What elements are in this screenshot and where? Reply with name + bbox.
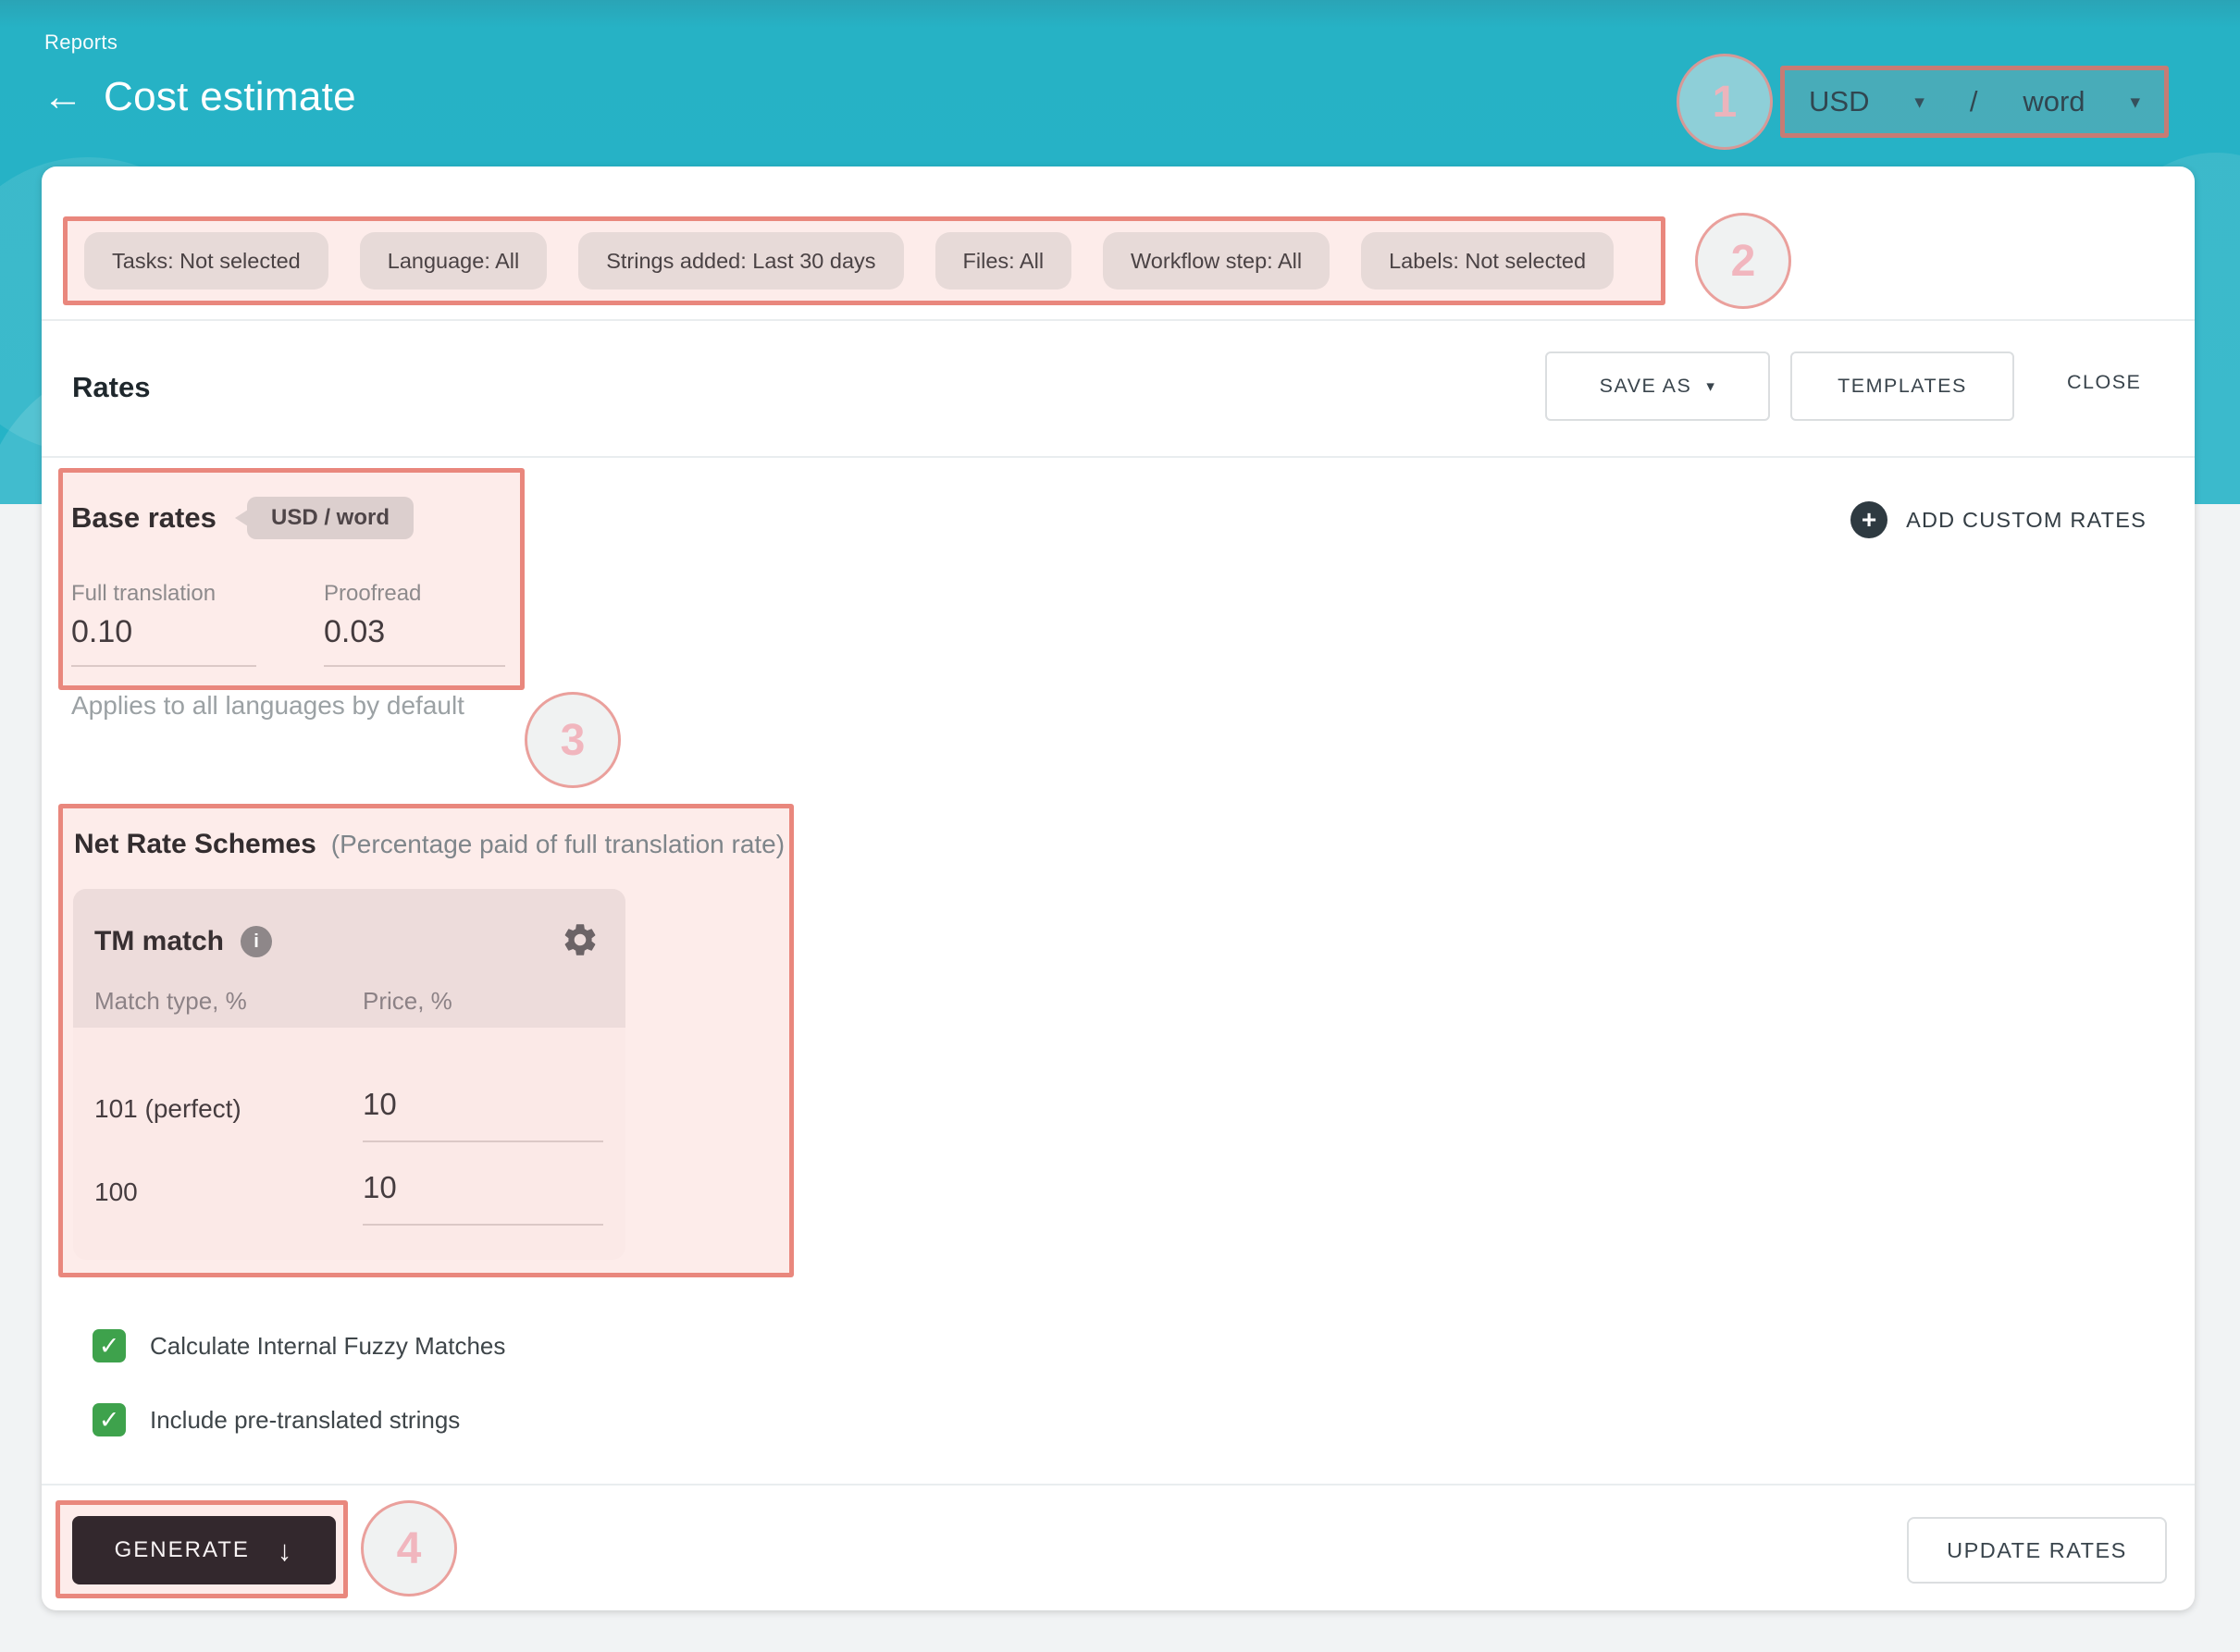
download-arrow-icon: ↓	[278, 1536, 294, 1565]
include-pretranslated-checkbox[interactable]: ✓	[93, 1403, 126, 1436]
tm-match-title: TM match	[94, 926, 224, 957]
base-rates-note: Applies to all languages by default	[71, 691, 464, 721]
filter-chip-labels[interactable]: Labels: Not selected	[1361, 232, 1614, 290]
option-row: ✓ Calculate Internal Fuzzy Matches	[93, 1327, 505, 1364]
chevron-down-icon[interactable]: ▾	[2130, 91, 2140, 114]
page-title: Cost estimate	[104, 74, 356, 120]
save-as-label: SAVE AS	[1600, 375, 1692, 398]
update-rates-button[interactable]: UPDATE RATES	[1907, 1517, 2167, 1584]
full-translation-label: Full translation	[71, 581, 216, 607]
templates-label: TEMPLATES	[1838, 375, 1967, 398]
calculate-fuzzy-checkbox[interactable]: ✓	[93, 1329, 126, 1362]
price-input-101[interactable]	[363, 1087, 603, 1142]
currency-select[interactable]: USD	[1809, 85, 1869, 118]
plus-icon: +	[1850, 501, 1887, 538]
annotation-circle-2: 2	[1695, 213, 1791, 309]
filter-chip-strings-added[interactable]: Strings added: Last 30 days	[578, 232, 903, 290]
tm-match-card: TM match i Match type, % Price, % 101 (p…	[73, 889, 625, 1260]
chevron-down-icon[interactable]: ▾	[1914, 91, 1924, 114]
divider	[42, 456, 2195, 458]
gear-icon[interactable]	[561, 920, 600, 959]
option-row: ✓ Include pre-translated strings	[93, 1401, 460, 1438]
filter-chip-files[interactable]: Files: All	[935, 232, 1072, 290]
cost-estimate-page: Reports ← Cost estimate 1 USD ▾ / word ▾…	[0, 0, 2240, 1652]
add-custom-rates-button[interactable]: + ADD CUSTOM RATES	[1850, 499, 2147, 540]
base-rates-title: Base rates	[71, 501, 217, 535]
match-type-100: 100	[94, 1177, 138, 1207]
price-input-100[interactable]	[363, 1170, 603, 1226]
page-title-row: ← Cost estimate	[43, 74, 356, 120]
per-separator: /	[1970, 85, 1978, 118]
annotation-circle-3: 3	[525, 692, 621, 788]
base-rates-unit-chip: USD / word	[247, 497, 414, 539]
templates-button[interactable]: TEMPLATES	[1790, 351, 2014, 421]
price-column-header: Price, %	[363, 987, 452, 1016]
report-settings-card: Tasks: Not selected Language: All String…	[42, 166, 2195, 1610]
annotation-circle-1: 1	[1677, 54, 1773, 150]
proofread-label: Proofread	[324, 581, 421, 607]
filter-chip-workflow-step[interactable]: Workflow step: All	[1103, 232, 1330, 290]
annotation-circle-4: 4	[361, 1500, 457, 1597]
match-type-column-header: Match type, %	[94, 987, 247, 1016]
save-as-button[interactable]: SAVE AS ▾	[1545, 351, 1770, 421]
generate-label: GENERATE	[115, 1537, 250, 1563]
full-translation-input[interactable]	[71, 614, 256, 667]
currency-unit-selector: USD ▾ / word ▾	[1780, 66, 2169, 138]
filters-bar: Tasks: Not selected Language: All String…	[63, 216, 1665, 305]
divider	[42, 1484, 2195, 1486]
close-button[interactable]: CLOSE	[2067, 371, 2141, 394]
breadcrumb[interactable]: Reports	[44, 31, 118, 55]
net-rate-schemes-panel: Net Rate Schemes (Percentage paid of ful…	[58, 804, 794, 1277]
generate-button[interactable]: GENERATE ↓	[72, 1516, 336, 1584]
add-custom-rates-label: ADD CUSTOM RATES	[1906, 508, 2147, 533]
net-rate-schemes-title: Net Rate Schemes	[74, 829, 316, 860]
net-rate-schemes-subtitle: (Percentage paid of full translation rat…	[331, 830, 785, 859]
info-icon[interactable]: i	[241, 926, 272, 957]
include-pretranslated-label: Include pre-translated strings	[150, 1406, 460, 1435]
match-type-101: 101 (perfect)	[94, 1094, 241, 1124]
chevron-down-icon: ▾	[1706, 377, 1715, 396]
unit-select[interactable]: word	[2023, 85, 2085, 118]
back-arrow-icon[interactable]: ←	[43, 77, 83, 117]
filter-chip-language[interactable]: Language: All	[360, 232, 547, 290]
divider	[42, 319, 2195, 321]
base-rates-panel: Base rates USD / word Full translation P…	[58, 468, 525, 690]
generate-annotation-box: GENERATE ↓	[56, 1500, 348, 1598]
calculate-fuzzy-label: Calculate Internal Fuzzy Matches	[150, 1332, 505, 1361]
rates-section-title: Rates	[72, 371, 150, 404]
proofread-input[interactable]	[324, 614, 505, 667]
filter-chip-tasks[interactable]: Tasks: Not selected	[84, 232, 328, 290]
